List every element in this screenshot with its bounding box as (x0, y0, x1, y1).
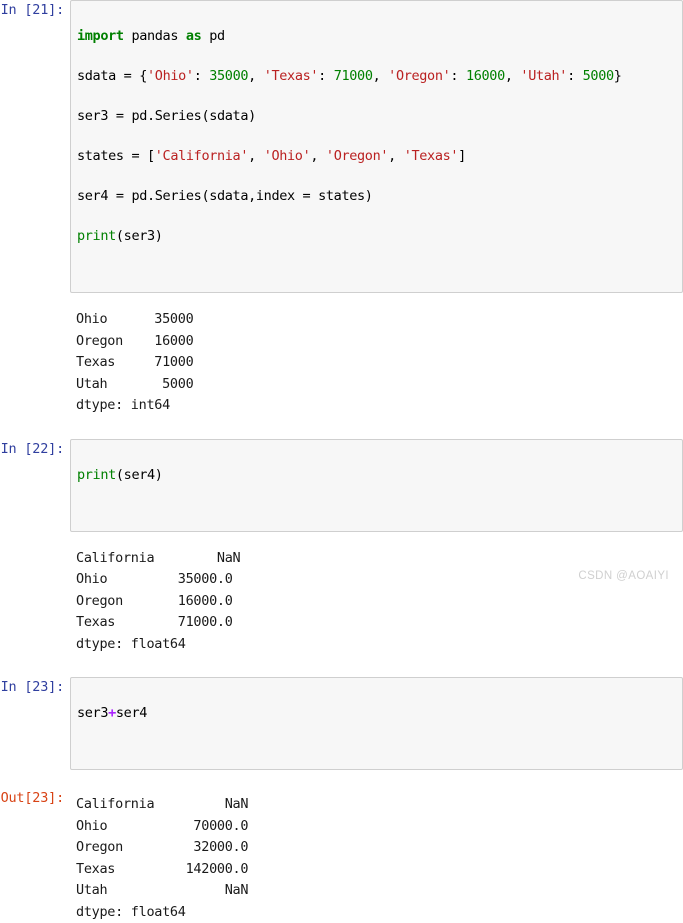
code-input-21[interactable]: import pandas as pd sdata = {'Ohio': 350… (70, 0, 683, 293)
output-area-21: Ohio 35000 Oregon 16000 Texas 71000 Utah… (70, 303, 683, 417)
code-line: ser3+ser4 (77, 705, 148, 721)
code-line: states = ['California', 'Ohio', 'Oregon'… (77, 148, 466, 164)
code-line: print(ser4) (77, 466, 163, 483)
code-cell-22[interactable]: In [22]: print(ser4) (0, 438, 683, 532)
input-prompt-22: In [22]: (0, 440, 65, 457)
code-line: sdata = {'Ohio': 35000, 'Texas': 71000, … (77, 68, 622, 84)
output-cell-22: California NaN Ohio 35000.0 Oregon 16000… (0, 542, 683, 656)
code-line: ser3 = pd.Series(sdata) (77, 108, 256, 124)
code-editor-21[interactable]: import pandas as pd sdata = {'Ohio': 350… (77, 6, 676, 286)
output-area-23: California NaN Ohio 70000.0 Oregon 32000… (70, 788, 683, 923)
code-input-22[interactable]: print(ser4) (70, 438, 683, 532)
watermark-text: CSDN @AOAIYI (578, 570, 669, 582)
input-prompt-23: In [23]: (0, 679, 65, 695)
output-prompt-23: Out[23]: (0, 790, 65, 806)
output-cell-21: Ohio 35000 Oregon 16000 Texas 71000 Utah… (0, 303, 683, 417)
input-prompt-21: In [21]: (0, 2, 65, 18)
stream-output: California NaN Ohio 35000.0 Oregon 16000… (76, 549, 241, 652)
code-line: print(ser3) (77, 228, 163, 244)
output-cell-23: Out[23]: California NaN Ohio 70000.0 Ore… (0, 788, 683, 923)
code-editor-23[interactable]: ser3+ser4 (77, 683, 676, 763)
jupyter-notebook: In [21]: import pandas as pd sdata = {'O… (0, 0, 683, 923)
code-line: import pandas as pd (77, 28, 225, 44)
execute-result-output: California NaN Ohio 70000.0 Oregon 32000… (76, 796, 249, 920)
code-input-23[interactable]: ser3+ser4 (70, 677, 683, 770)
code-line: ser4 = pd.Series(sdata,index = states) (77, 188, 373, 204)
code-cell-21[interactable]: In [21]: import pandas as pd sdata = {'O… (0, 0, 683, 293)
code-editor-22[interactable]: print(ser4) (77, 445, 676, 525)
stream-output: Ohio 35000 Oregon 16000 Texas 71000 Utah… (76, 311, 194, 413)
output-area-22: California NaN Ohio 35000.0 Oregon 16000… (70, 542, 683, 656)
code-cell-23[interactable]: In [23]: ser3+ser4 (0, 677, 683, 770)
